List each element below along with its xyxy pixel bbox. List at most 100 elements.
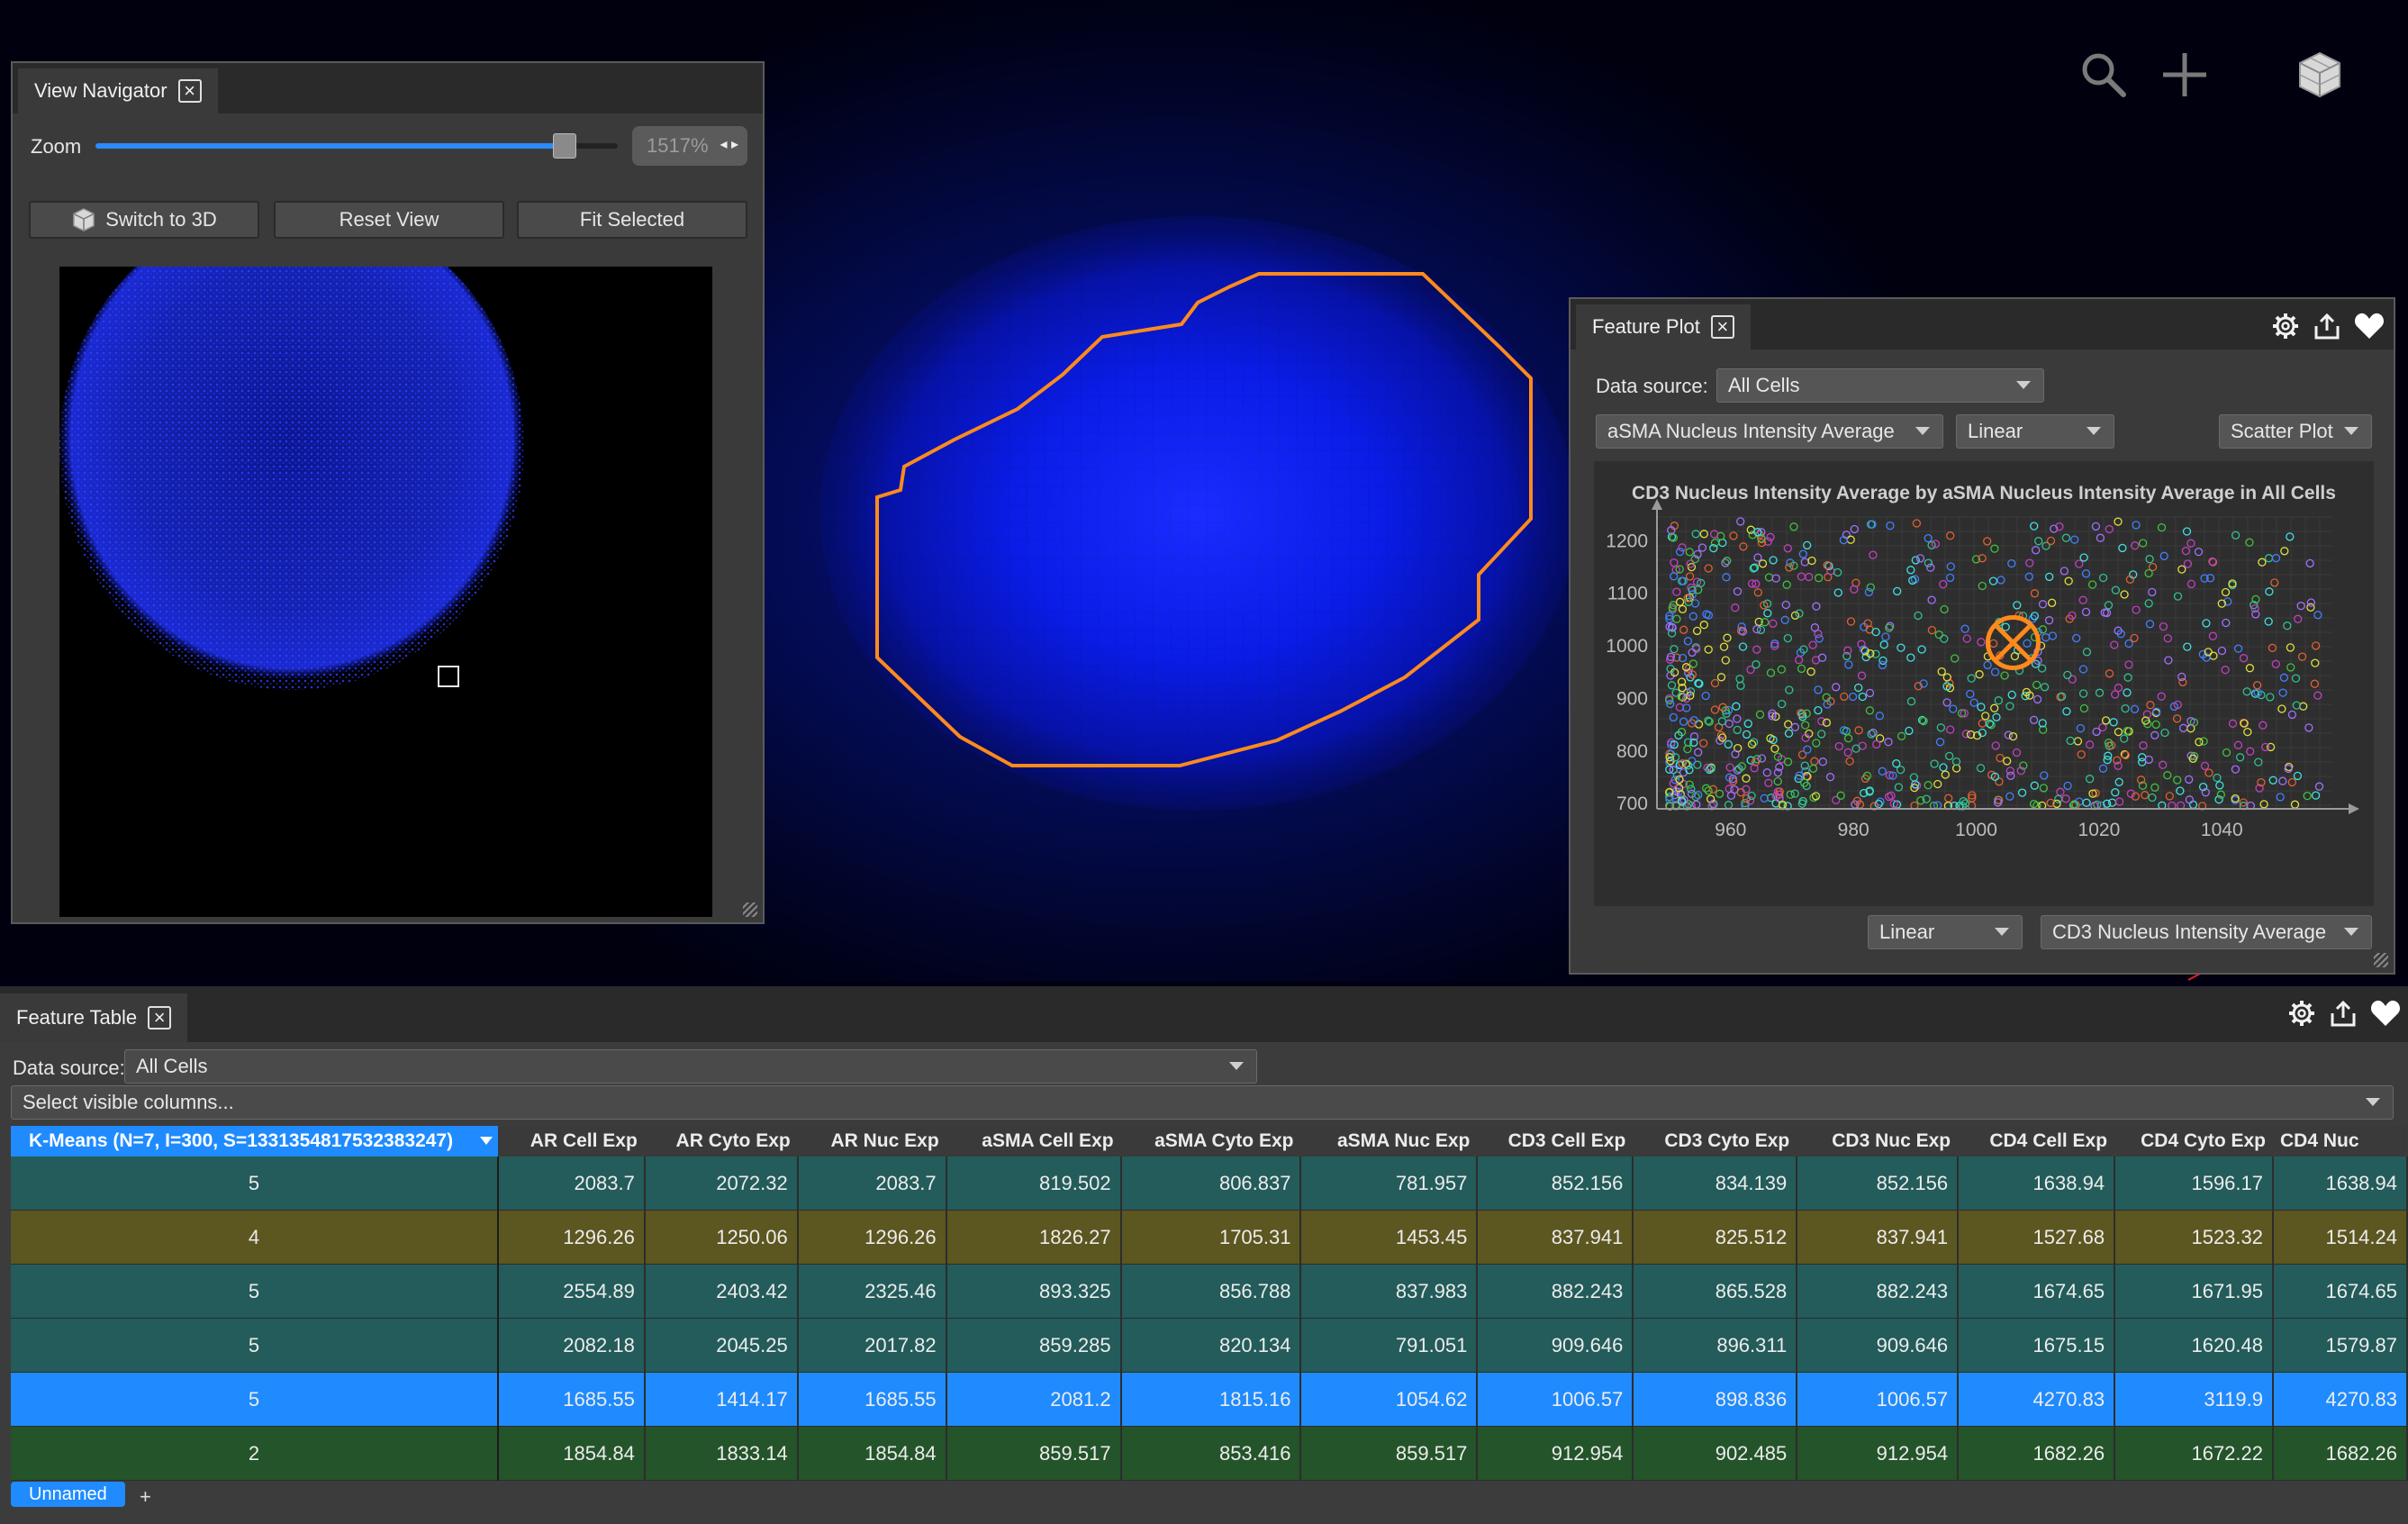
table-cell[interactable]: 791.051 <box>1300 1318 1479 1373</box>
close-icon[interactable]: × <box>148 1006 172 1030</box>
table-cell[interactable]: 1854.84 <box>497 1426 646 1481</box>
table-cell[interactable]: 2 <box>11 1426 499 1481</box>
table-cell[interactable]: 5 <box>11 1318 499 1373</box>
sort-down-icon[interactable] <box>479 1137 493 1145</box>
table-cell[interactable]: 1671.95 <box>2114 1264 2274 1319</box>
table-cell[interactable]: 1826.27 <box>946 1210 1122 1265</box>
column-header[interactable]: AR Nuc Exp <box>797 1126 946 1157</box>
reset-view-button[interactable]: Reset View <box>274 201 504 239</box>
gear-icon[interactable] <box>2287 999 2316 1028</box>
table-cell[interactable]: 837.941 <box>1477 1210 1634 1265</box>
zoom-slider-handle[interactable] <box>553 133 576 159</box>
table-cell[interactable]: 2081.2 <box>946 1372 1122 1427</box>
table-cell[interactable]: 912.954 <box>1797 1426 1960 1481</box>
table-cell[interactable]: 1296.26 <box>797 1210 947 1265</box>
table-cell[interactable]: 898.836 <box>1633 1372 1798 1427</box>
y-scale-select[interactable]: Linear <box>1868 915 2023 949</box>
cube-3d-icon[interactable] <box>2295 50 2345 100</box>
table-cell[interactable]: 819.502 <box>946 1157 1122 1211</box>
export-icon[interactable] <box>2313 312 2341 340</box>
y-feature-select[interactable]: CD3 Nucleus Intensity Average <box>2041 915 2372 949</box>
table-cell[interactable]: 3119.9 <box>2114 1372 2274 1427</box>
table-cell[interactable]: 859.517 <box>1300 1426 1479 1481</box>
table-cell[interactable]: 909.646 <box>1477 1318 1634 1373</box>
table-cell[interactable]: 909.646 <box>1797 1318 1960 1373</box>
table-cell[interactable]: 1250.06 <box>644 1210 799 1265</box>
tab-feature-table[interactable]: Feature Table × <box>0 993 188 1042</box>
table-cell[interactable]: 5 <box>11 1264 499 1319</box>
scatter-plot-area[interactable]: CD3 Nucleus Intensity Average by aSMA Nu… <box>1594 461 2374 906</box>
table-cell[interactable]: 2072.32 <box>644 1157 799 1211</box>
table-cell[interactable]: 853.416 <box>1120 1426 1302 1481</box>
table-cell[interactable]: 882.243 <box>1797 1264 1960 1319</box>
table-cell[interactable]: 1579.87 <box>2273 1318 2408 1373</box>
table-cell[interactable]: 837.983 <box>1300 1264 1479 1319</box>
resize-grip-icon[interactable] <box>743 903 757 917</box>
table-cell[interactable]: 781.957 <box>1300 1157 1479 1211</box>
x-feature-select[interactable]: aSMA Nucleus Intensity Average <box>1596 414 1943 449</box>
gear-icon[interactable] <box>2271 312 2300 340</box>
table-cell[interactable]: 1296.26 <box>497 1210 646 1265</box>
table-cell[interactable]: 852.156 <box>1477 1157 1634 1211</box>
table-data-source-select[interactable]: All Cells <box>124 1049 1257 1084</box>
table-row[interactable]: 2 1854.84 1833.14 1854.84 859.517 853.416 859.… <box>11 1426 2408 1481</box>
table-cell[interactable]: 1675.15 <box>1958 1318 2116 1373</box>
navigator-thumbnail[interactable] <box>59 204 712 917</box>
table-cell[interactable]: 2083.7 <box>797 1157 947 1211</box>
column-header[interactable]: AR Cell Exp <box>497 1126 645 1157</box>
table-row[interactable]: 5 2554.89 2403.42 2325.46 893.325 856.788 837.… <box>11 1264 2408 1319</box>
table-cell[interactable]: 1527.68 <box>1958 1210 2116 1265</box>
table-cell[interactable]: 859.517 <box>946 1426 1122 1481</box>
heart-icon[interactable] <box>2370 999 2401 1028</box>
table-cell[interactable]: 882.243 <box>1477 1264 1634 1319</box>
plot-data-source-select[interactable]: All Cells <box>1716 368 2044 403</box>
zoom-spinbox[interactable]: 1517% ◂ ▸ <box>632 126 747 166</box>
heart-icon[interactable] <box>2354 312 2385 340</box>
table-cell[interactable]: 1414.17 <box>644 1372 799 1427</box>
table-cell[interactable]: 1705.31 <box>1120 1210 1302 1265</box>
view-region-box[interactable] <box>438 666 459 687</box>
table-row[interactable]: 4 1296.26 1250.06 1296.26 1826.27 1705.31 1453… <box>11 1210 2408 1265</box>
table-cell[interactable]: 1638.94 <box>1958 1157 2116 1211</box>
column-header[interactable]: AR Cyto Exp <box>644 1126 798 1157</box>
table-cell[interactable]: 820.134 <box>1120 1318 1302 1373</box>
table-cell[interactable]: 825.512 <box>1633 1210 1798 1265</box>
table-cell[interactable]: 1685.55 <box>797 1372 947 1427</box>
table-cell[interactable]: 912.954 <box>1477 1426 1634 1481</box>
table-row[interactable]: 5 2082.18 2045.25 2017.82 859.285 820.134 791.… <box>11 1318 2408 1373</box>
column-header[interactable]: CD4 Cyto Exp <box>2114 1126 2273 1157</box>
table-cell[interactable]: 1453.45 <box>1300 1210 1479 1265</box>
close-icon[interactable]: × <box>1710 315 1734 339</box>
table-cell[interactable]: 1854.84 <box>797 1426 947 1481</box>
tab-view-navigator[interactable]: View Navigator × <box>18 68 218 113</box>
table-cell[interactable]: 837.941 <box>1797 1210 1960 1265</box>
column-header[interactable]: aSMA Cell Exp <box>946 1126 1121 1157</box>
table-cell[interactable]: 1054.62 <box>1300 1372 1479 1427</box>
table-cell[interactable]: 2403.42 <box>644 1264 799 1319</box>
table-cell[interactable]: 806.837 <box>1120 1157 1302 1211</box>
move-icon[interactable] <box>2159 50 2210 100</box>
column-header[interactable]: CD3 Nuc Exp <box>1797 1126 1959 1157</box>
table-cell[interactable]: 1596.17 <box>2114 1157 2274 1211</box>
table-cell[interactable]: 865.528 <box>1633 1264 1798 1319</box>
close-icon[interactable]: × <box>177 79 202 103</box>
table-row[interactable]: 5 1685.55 1414.17 1685.55 2081.2 1815.16 1054.… <box>11 1372 2408 1427</box>
table-cell[interactable]: 893.325 <box>946 1264 1122 1319</box>
table-row[interactable]: 5 2083.7 2072.32 2083.7 819.502 806.837 781.95… <box>11 1157 2408 1211</box>
table-cell[interactable]: 834.139 <box>1633 1157 1798 1211</box>
table-cell[interactable]: 2082.18 <box>497 1318 646 1373</box>
table-cell[interactable]: 1638.94 <box>2273 1157 2408 1211</box>
table-cell[interactable]: 856.788 <box>1120 1264 1302 1319</box>
table-cell[interactable]: 4270.83 <box>2273 1372 2408 1427</box>
table-cell[interactable]: 1833.14 <box>644 1426 799 1481</box>
table-cell[interactable]: 859.285 <box>946 1318 1122 1373</box>
table-cell[interactable]: 852.156 <box>1797 1157 1960 1211</box>
x-scale-select[interactable]: Linear <box>1956 414 2114 449</box>
table-cell[interactable]: 4 <box>11 1210 499 1265</box>
search-icon[interactable] <box>2078 50 2129 100</box>
table-cell[interactable]: 1514.24 <box>2273 1210 2408 1265</box>
table-cell[interactable]: 902.485 <box>1633 1426 1798 1481</box>
column-header[interactable]: aSMA Cyto Exp <box>1120 1126 1301 1157</box>
add-sheet-button[interactable]: + <box>140 1485 151 1509</box>
fit-selected-button[interactable]: Fit Selected <box>517 201 747 239</box>
